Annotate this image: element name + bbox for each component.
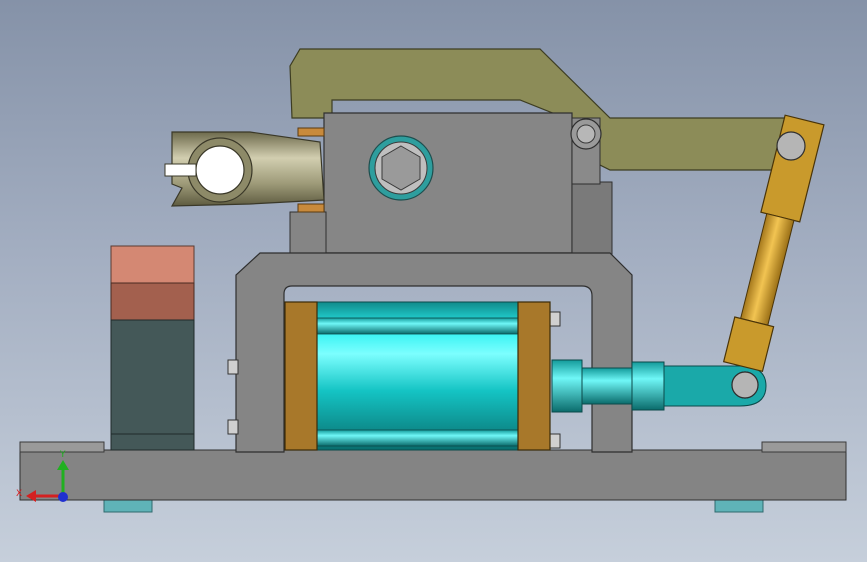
jaw-pin-top [297,127,325,137]
triad-y-label: Y [59,450,66,460]
main-body-upper[interactable] [323,112,573,254]
jaw-slit [164,163,197,177]
body-left-step[interactable] [289,211,327,255]
piston-rod[interactable] [581,367,635,405]
cylinder-tie-rod-bottom [315,429,521,447]
rod-end-pin-top [731,371,759,399]
triad-x-label: X [16,489,22,499]
frame-screw-right-bottom [549,433,561,449]
toggle-link-lower-head[interactable] [722,316,775,373]
cylinder-end-cap-right[interactable] [517,301,551,451]
block-bottom-slate[interactable] [110,319,195,451]
left-mounting-foot[interactable] [103,499,153,513]
base-plate[interactable] [19,449,847,501]
cylinder-tie-rod-top [315,317,521,335]
block-middle-brown[interactable] [110,282,195,321]
cylinder-end-cap-left[interactable] [284,301,318,451]
frame-screw-right-top [549,311,561,327]
frame-screw-left-bottom [227,419,239,435]
arm-pivot-pin-core [576,124,596,144]
toggle-clamp-assembly-drawing[interactable]: X Y [0,0,867,562]
toggle-link-rod[interactable] [740,213,795,326]
jaw-bore-hole[interactable] [195,145,245,195]
right-mounting-foot[interactable] [714,499,764,513]
toggle-link-upper-pin[interactable] [776,131,806,161]
piston-rod-collar[interactable] [551,359,583,413]
block-top-salmon[interactable] [110,245,195,284]
jaw-pin-bottom [297,203,325,213]
rod-end-clevis[interactable] [631,361,665,411]
base-right-pad[interactable] [761,441,847,453]
triad-z-axis [58,492,68,502]
cad-viewport[interactable]: X Y [0,0,867,562]
frame-screw-left-top [227,359,239,375]
right-bracket[interactable] [571,181,613,255]
